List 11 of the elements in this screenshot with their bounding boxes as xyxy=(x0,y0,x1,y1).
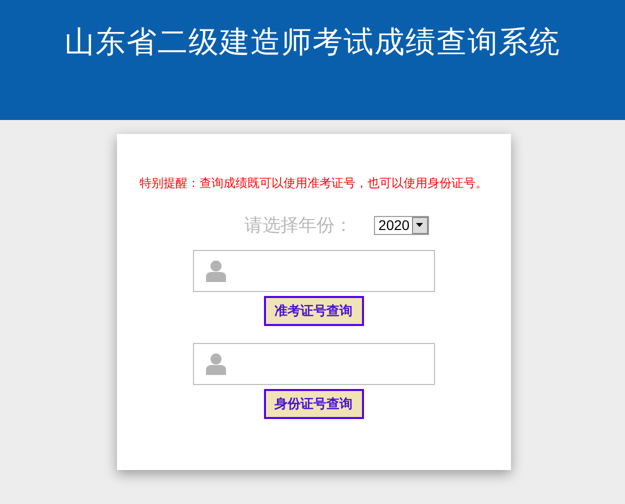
user-icon xyxy=(206,353,226,375)
year-select[interactable]: 2020 xyxy=(374,216,429,234)
query-button[interactable]: 身份证号查询 xyxy=(264,389,364,419)
notice-text: 特别提醒：查询成绩既可以使用准考证号，也可以使用身份证号。 xyxy=(140,175,488,191)
year-label: 请选择年份： xyxy=(244,214,352,237)
dropdown-arrow-icon xyxy=(416,223,424,227)
user-icon xyxy=(206,260,226,282)
input-field[interactable] xyxy=(192,343,434,385)
query-button[interactable]: 准考证号查询 xyxy=(264,296,364,326)
input-field[interactable] xyxy=(192,250,434,292)
page-title: 山东省二级建造师考试成绩查询系统 xyxy=(64,25,560,60)
